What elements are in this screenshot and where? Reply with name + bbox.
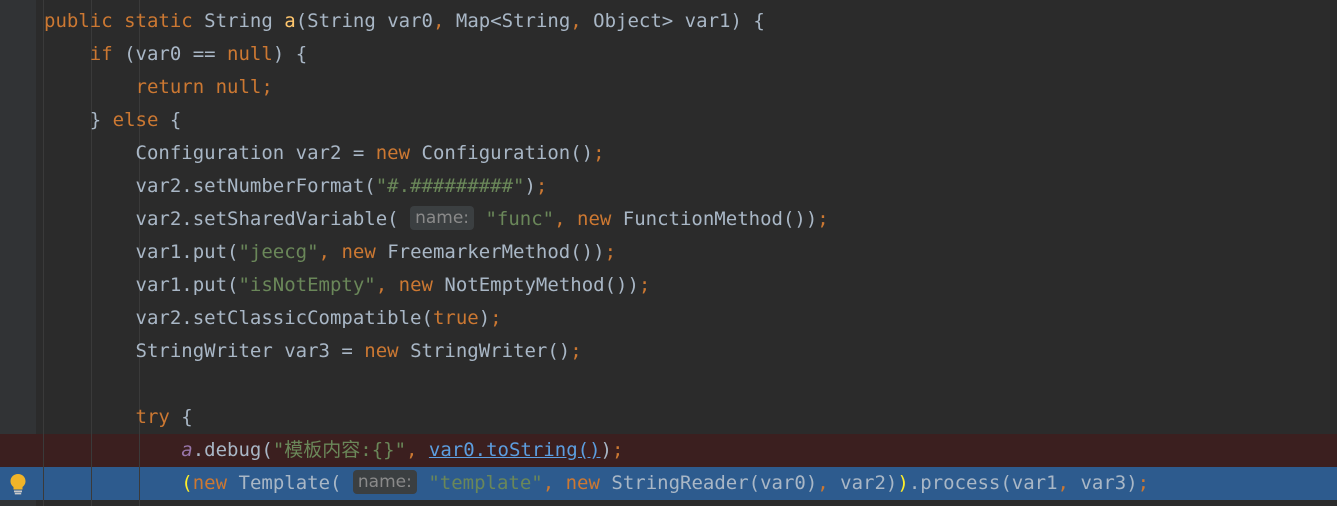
code-text: ) { [272, 43, 308, 65]
string-literal: "#.#########" [375, 175, 525, 197]
code-text: Template( [227, 472, 342, 494]
matched-brace: ) [897, 472, 909, 494]
code-line[interactable]: var2.setNumberFormat("#.#########"); [44, 170, 1337, 203]
code-text: StringWriter var3 = [135, 340, 365, 362]
code-text: var1.put( [135, 274, 239, 296]
semicolon: ; [817, 208, 829, 230]
code-text: var2) [828, 472, 898, 494]
code-text: Object> var1) { [581, 10, 765, 32]
code-text: FunctionMethod()) [611, 208, 818, 230]
keyword: true [432, 307, 479, 329]
lightbulb-icon[interactable] [9, 473, 27, 495]
keyword: new [341, 241, 376, 263]
semicolon: ; [611, 439, 624, 461]
string-literal: "模板内容:{}" [272, 439, 407, 461]
code-editor[interactable]: public static String a(String var0, Map<… [0, 0, 1337, 506]
code-text: String [192, 10, 285, 32]
code-line[interactable]: a.debug("模板内容:{}", var0.toString()); [44, 434, 1337, 467]
matched-brace: ( [181, 472, 193, 494]
comma: , [406, 439, 418, 461]
keyword: null [227, 43, 273, 65]
method-call-link[interactable]: var0.toString() [429, 439, 601, 461]
parameter-hint: name: [410, 206, 475, 230]
comma: , [1057, 472, 1069, 494]
code-line-current[interactable]: (new Template( name: "template", new Str… [44, 467, 1337, 500]
code-text: var2.setClassicCompatible( [135, 307, 433, 329]
keyword: return [135, 76, 205, 98]
gutter[interactable] [0, 0, 36, 506]
code-text: ) [478, 307, 491, 329]
code-text: Map<String [444, 10, 571, 32]
parameter-hint: name: [352, 470, 417, 494]
semicolon: ; [638, 274, 651, 296]
comma: , [542, 472, 555, 494]
code-text: ) [524, 175, 536, 197]
semicolon: ; [570, 340, 582, 362]
code-text: StringWriter() [398, 340, 571, 362]
keyword: else [112, 109, 159, 131]
code-text: { [158, 109, 182, 131]
comma: , [318, 241, 330, 263]
code-line[interactable]: public static String a(String var0, Map<… [44, 5, 1337, 38]
code-line[interactable]: var2.setSharedVariable( name: "func", ne… [44, 203, 1337, 236]
code-text: ) [600, 439, 612, 461]
code-text: var1.put( [135, 241, 239, 263]
code-line[interactable]: var2.setClassicCompatible(true); [44, 302, 1337, 335]
semicolon: ; [535, 175, 548, 197]
code-text: Configuration() [410, 142, 594, 164]
method-name: a [284, 10, 296, 32]
comma: , [432, 10, 445, 32]
code-line[interactable]: var1.put("isNotEmpty", new NotEmptyMetho… [44, 269, 1337, 302]
semicolon: ; [604, 241, 617, 263]
keyword: new [398, 274, 433, 296]
code-text: (var0 == [112, 43, 228, 65]
code-line[interactable]: return null; [44, 71, 1337, 104]
code-line[interactable]: if (var0 == null) { [44, 38, 1337, 71]
string-literal: "isNotEmpty" [238, 274, 376, 296]
comma: , [554, 208, 566, 230]
string-literal: "func" [485, 208, 555, 230]
code-line[interactable]: StringWriter var3 = new StringWriter(); [44, 335, 1337, 368]
semicolon: ; [261, 76, 273, 98]
string-literal: "template" [428, 472, 543, 494]
code-text: Configuration var2 = [135, 142, 376, 164]
keyword: try [135, 406, 170, 428]
code-text: NotEmptyMethod()) [432, 274, 639, 296]
code-line[interactable]: } else { [44, 104, 1337, 137]
keyword: public [44, 10, 113, 32]
keyword: null [215, 76, 262, 98]
comma: , [570, 10, 582, 32]
logger-field: a [181, 439, 193, 461]
code-text: var2.setNumberFormat( [135, 175, 376, 197]
code-text: { [169, 406, 193, 428]
code-text: FreemarkerMethod()) [375, 241, 605, 263]
code-text: .process(var1 [908, 472, 1058, 494]
semicolon: ; [593, 142, 605, 164]
comma: , [817, 472, 829, 494]
code-text: StringReader(var0) [599, 472, 818, 494]
code-text: var2.setSharedVariable( [135, 208, 399, 230]
semicolon: ; [490, 307, 502, 329]
code-text: var3) [1069, 472, 1138, 494]
string-literal: "jeecg" [238, 241, 319, 263]
code-text: } [89, 109, 113, 131]
code-line[interactable]: try { [44, 401, 1337, 434]
comma: , [375, 274, 388, 296]
code-text: (String var0 [295, 10, 433, 32]
keyword: new [192, 472, 228, 494]
keyword: if [89, 43, 113, 65]
code-text: .debug( [192, 439, 273, 461]
keyword: new [375, 142, 411, 164]
code-line[interactable]: Configuration var2 = new Configuration()… [44, 137, 1337, 170]
code-line[interactable]: var1.put("jeecg", new FreemarkerMethod()… [44, 236, 1337, 269]
keyword: new [565, 472, 600, 494]
keyword: static [124, 10, 193, 32]
keyword: new [364, 340, 399, 362]
keyword: new [577, 208, 612, 230]
semicolon: ; [1137, 472, 1150, 494]
